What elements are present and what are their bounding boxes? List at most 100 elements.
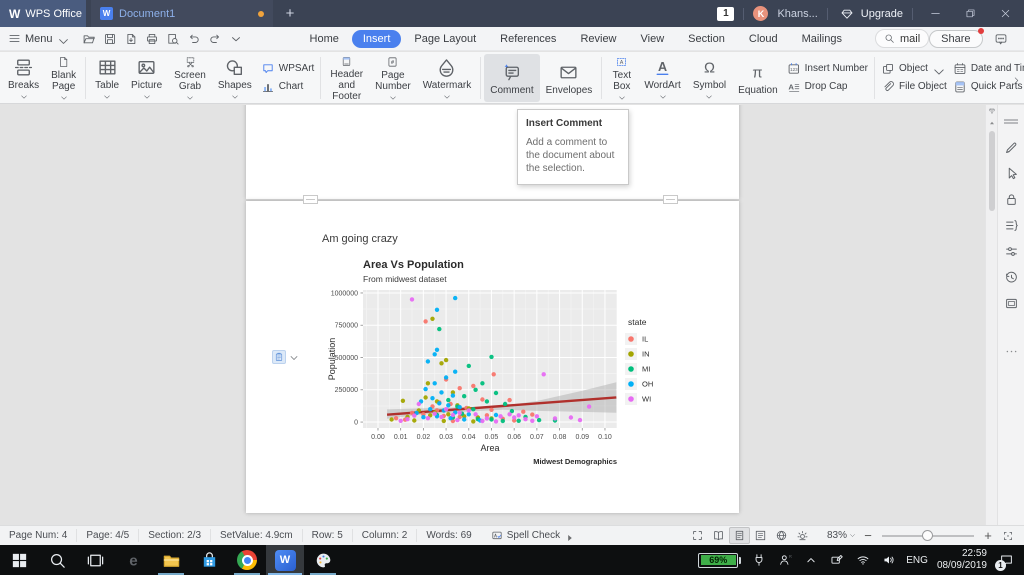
undo-button[interactable]: [184, 29, 205, 49]
more-menu-button[interactable]: [1019, 29, 1024, 49]
spell-check-button[interactable]: Spell Check: [481, 530, 582, 542]
scrollbar-thumb[interactable]: [989, 131, 995, 211]
share-button[interactable]: Share: [929, 30, 982, 48]
drop-cap-button[interactable]: ADrop Cap: [787, 80, 868, 94]
save-button[interactable]: [100, 29, 121, 49]
chrome-taskbar-button[interactable]: [228, 545, 266, 575]
document-canvas[interactable]: Am going crazy 0.000.010.020.030.040.050…: [0, 105, 985, 525]
picture-button[interactable]: Picture: [125, 54, 168, 102]
battery-indicator[interactable]: 69%: [698, 553, 741, 568]
text-box-button[interactable]: AText Box: [605, 54, 638, 102]
status-words[interactable]: Words: 69: [417, 529, 480, 542]
fullscreen-button[interactable]: [687, 527, 708, 544]
explorer-taskbar-button[interactable]: [152, 545, 190, 575]
page-3[interactable]: [246, 105, 739, 199]
tab-references[interactable]: References: [489, 30, 567, 48]
people-icon[interactable]: R: [776, 552, 793, 569]
book-view-button[interactable]: [708, 527, 729, 544]
tablet-pen-icon[interactable]: [828, 552, 845, 569]
edge-taskbar-button[interactable]: e: [114, 545, 152, 575]
table-button[interactable]: Table: [89, 54, 125, 102]
print-preview-button[interactable]: [163, 29, 184, 49]
new-tab-button[interactable]: +: [273, 0, 307, 27]
file-object-button[interactable]: File Object: [881, 80, 947, 94]
screen-grab-button[interactable]: Screen Grab: [168, 54, 212, 102]
start-taskbar-button[interactable]: [0, 545, 38, 575]
history-button[interactable]: [1000, 266, 1022, 288]
user-name[interactable]: Khans...: [777, 8, 817, 20]
paragraph-text[interactable]: Am going crazy: [322, 233, 398, 245]
status-page[interactable]: Page: 4/5: [77, 529, 139, 542]
comments-panel-button[interactable]: [991, 29, 1011, 49]
symbol-button[interactable]: ΩSymbol: [687, 54, 732, 102]
clock[interactable]: 22:59 08/09/2019: [937, 548, 987, 573]
equation-button[interactable]: πEquation: [732, 54, 783, 102]
envelopes-button[interactable]: Envelopes: [540, 54, 599, 102]
tab-insert[interactable]: Insert: [352, 30, 402, 48]
wpsart-button[interactable]: WPSArt: [261, 62, 315, 76]
watermark-button[interactable]: Watermark: [417, 54, 478, 102]
lock-button[interactable]: [1000, 188, 1022, 210]
tab-cloud[interactable]: Cloud: [738, 30, 789, 48]
wifi-icon[interactable]: [854, 552, 871, 569]
embedded-chart-image[interactable]: 0.000.010.020.030.040.050.060.070.080.09…: [325, 255, 660, 467]
navigation-button[interactable]: [1000, 292, 1022, 314]
more-dots-button[interactable]: [1000, 340, 1022, 362]
breaks-button[interactable]: Breaks: [2, 54, 45, 102]
zoom-slider[interactable]: [882, 535, 974, 537]
avatar[interactable]: K: [753, 6, 768, 21]
chart-button[interactable]: Chart: [261, 80, 315, 94]
status-column[interactable]: Column: 2: [353, 529, 418, 542]
header-and-footer-button[interactable]: Header and Footer: [324, 54, 369, 102]
vertical-scrollbar[interactable]: [985, 105, 997, 525]
outline-list-button[interactable]: [1000, 214, 1022, 236]
ribbon-scroll-right-button[interactable]: [1010, 72, 1022, 88]
insert-number-button[interactable]: 123Insert Number: [787, 62, 868, 76]
window-count-badge[interactable]: 1: [717, 7, 734, 21]
task-view-taskbar-button[interactable]: [76, 545, 114, 575]
wps-taskbar-button[interactable]: W: [266, 545, 304, 575]
page-view-button[interactable]: [729, 527, 750, 544]
export-pdf-button[interactable]: [121, 29, 142, 49]
status-setvalue[interactable]: SetValue: 4.9cm: [211, 529, 303, 542]
web-view-button[interactable]: [771, 527, 792, 544]
wordart-button[interactable]: AWordArt: [638, 54, 687, 102]
outline-view-button[interactable]: [750, 527, 771, 544]
paste-options-button[interactable]: [272, 350, 297, 364]
status-row[interactable]: Row: 5: [303, 529, 353, 542]
shapes-button[interactable]: Shapes: [212, 54, 258, 102]
open-button[interactable]: [79, 29, 100, 49]
page-number-button[interactable]: #Page Number: [369, 54, 417, 102]
restore-button[interactable]: [957, 0, 983, 27]
print-button[interactable]: [142, 29, 163, 49]
tab-home[interactable]: Home: [299, 30, 350, 48]
fit-page-button[interactable]: [998, 527, 1018, 544]
object-button[interactable]: Object: [881, 62, 947, 76]
select-cursor-button[interactable]: [1000, 162, 1022, 184]
zoom-level[interactable]: 83%: [827, 530, 856, 541]
upgrade-button[interactable]: Upgrade: [837, 4, 903, 24]
eye-protection-button[interactable]: [792, 527, 813, 544]
tab-mailings[interactable]: Mailings: [791, 30, 853, 48]
app-tab[interactable]: W WPS Office: [0, 0, 86, 27]
status-section[interactable]: Section: 2/3: [139, 529, 211, 542]
zoom-out-button[interactable]: −: [860, 528, 876, 543]
comment-button[interactable]: Comment: [484, 54, 539, 102]
action-center-button[interactable]: 1: [996, 550, 1016, 570]
status-page-num[interactable]: Page Num: 4: [0, 529, 77, 542]
volume-icon[interactable]: [880, 552, 897, 569]
search-input[interactable]: mail: [875, 29, 929, 48]
tab-review[interactable]: Review: [569, 30, 627, 48]
edit-pen-button[interactable]: [1000, 136, 1022, 158]
settings-sliders-button[interactable]: [1000, 240, 1022, 262]
redo-button[interactable]: [205, 29, 226, 49]
minimize-button[interactable]: [922, 0, 948, 27]
tab-view[interactable]: View: [630, 30, 676, 48]
blank-page-button[interactable]: Blank Page: [45, 54, 82, 102]
language-indicator[interactable]: ENG: [906, 555, 928, 566]
zoom-in-button[interactable]: +: [980, 528, 996, 543]
more-tools-button[interactable]: [226, 29, 247, 49]
close-button[interactable]: [992, 0, 1018, 27]
document-tab[interactable]: W Document1: [91, 0, 273, 27]
power-plug-icon[interactable]: [750, 552, 767, 569]
